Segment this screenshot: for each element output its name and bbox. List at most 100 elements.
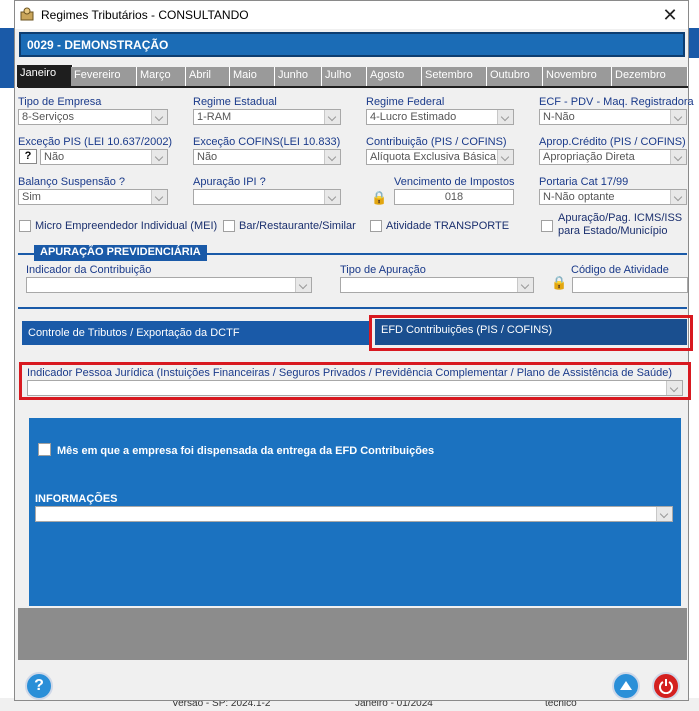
- icms-iss-label-1: Apuração/Pag. ICMS/ISS: [558, 212, 683, 224]
- chevron-down-icon: [656, 507, 672, 521]
- portaria-select[interactable]: N-Não optante: [539, 189, 687, 205]
- regime-federal-value: 4-Lucro Estimado: [370, 111, 457, 123]
- aprop-credito-value: Apropriação Direta: [543, 151, 635, 163]
- efd-panel: Mês em que a empresa foi dispensada da e…: [29, 418, 681, 606]
- vencimento-label: Vencimento de Impostos: [394, 176, 515, 188]
- chevron-down-icon: [151, 190, 167, 204]
- indicador-contribuicao-select[interactable]: [26, 277, 312, 293]
- dispensada-label: Mês em que a empresa foi dispensada da e…: [57, 445, 435, 457]
- tipo-apuracao-label: Tipo de Apuração: [340, 264, 426, 276]
- window-title: Regimes Tributários - CONSULTANDO: [41, 8, 249, 22]
- tabs-underline: [18, 86, 688, 88]
- excecao-pis-value: Não: [44, 151, 65, 163]
- tipo-empresa-value: 8-Serviços: [22, 111, 74, 123]
- tab-setembro[interactable]: Setembro: [422, 67, 487, 86]
- tab-maio[interactable]: Maio: [230, 67, 275, 86]
- ecf-select[interactable]: N-Não: [539, 109, 687, 125]
- regime-estadual-label: Regime Estadual: [193, 96, 277, 108]
- highlight-indicador-pj: [19, 362, 691, 400]
- help-pis-button[interactable]: ?: [19, 149, 37, 164]
- bar-label: Bar/Restaurante/Similar: [239, 220, 356, 232]
- tab-janeiro[interactable]: Janeiro: [17, 65, 73, 87]
- aprop-credito-label: Aprop.Crédito (PIS / COFINS): [539, 136, 686, 148]
- aprop-credito-select[interactable]: Apropriação Direta: [539, 149, 687, 165]
- tab-marco[interactable]: Março: [137, 67, 186, 86]
- apuracao-ipi-select[interactable]: [193, 189, 341, 205]
- highlight-efd-tab: [369, 315, 693, 351]
- transporte-label: Atividade TRANSPORTE: [386, 220, 510, 232]
- transporte-checkbox[interactable]: [370, 220, 382, 232]
- codigo-atividade-label: Código de Atividade: [571, 264, 669, 276]
- regimes-dialog: Regimes Tributários - CONSULTANDO ✕ 0029…: [14, 0, 694, 701]
- chevron-down-icon: [670, 150, 686, 164]
- contribuicao-select[interactable]: Alíquota Exclusiva Básica: [366, 149, 514, 165]
- tab-julho[interactable]: Julho: [322, 67, 367, 86]
- excecao-pis-select[interactable]: Não: [40, 149, 168, 165]
- codigo-atividade-input[interactable]: [572, 277, 688, 293]
- chevron-down-icon: [497, 110, 513, 124]
- tipo-apuracao-select[interactable]: [340, 277, 534, 293]
- vencimento-input[interactable]: 018: [394, 189, 514, 205]
- chevron-down-icon: [324, 150, 340, 164]
- mei-checkbox[interactable]: [19, 220, 31, 232]
- app-icon: [20, 7, 34, 21]
- chevron-down-icon: [295, 278, 311, 292]
- tab-junho[interactable]: Junho: [275, 67, 322, 86]
- chevron-down-icon: [670, 110, 686, 124]
- company-header: 0029 - DEMONSTRAÇÃO: [19, 32, 685, 57]
- mei-label: Micro Empreendedor Individual (MEI): [35, 220, 218, 232]
- background-left-strip: [0, 28, 14, 88]
- excecao-cofins-value: Não: [197, 151, 218, 163]
- tab-controle-tributos[interactable]: Controle de Tributos / Exportação da DCT…: [22, 321, 370, 345]
- tab-abril[interactable]: Abril: [186, 67, 230, 86]
- tab-agosto[interactable]: Agosto: [367, 67, 422, 86]
- tab-outubro[interactable]: Outubro: [487, 67, 543, 86]
- scroll-up-button[interactable]: [612, 672, 640, 700]
- chevron-down-icon: [151, 150, 167, 164]
- lock-icon[interactable]: 🔒: [371, 190, 387, 206]
- chevron-down-icon: [151, 110, 167, 124]
- contribuicao-label: Contribuição (PIS / COFINS): [366, 136, 507, 148]
- chevron-down-icon: [517, 278, 533, 292]
- power-icon: [659, 679, 673, 695]
- balanco-value: Sim: [22, 191, 41, 203]
- bar-checkbox[interactable]: [223, 220, 235, 232]
- chevron-down-icon: [324, 190, 340, 204]
- contribuicao-value: Alíquota Exclusiva Básica: [370, 151, 496, 163]
- ecf-value: N-Não: [543, 111, 575, 123]
- tab-novembro[interactable]: Novembro: [543, 67, 612, 86]
- tab-dezembro[interactable]: Dezembro: [612, 67, 688, 86]
- footer-gray-panel: [18, 608, 687, 660]
- excecao-pis-label: Exceção PIS (LEI 10.637/2002): [18, 136, 173, 148]
- indicador-contribuicao-label: Indicador da Contribuição: [26, 264, 152, 276]
- icms-iss-checkbox[interactable]: [541, 220, 553, 232]
- tab-fevereiro[interactable]: Fevereiro: [71, 67, 137, 86]
- title-bar: Regimes Tributários - CONSULTANDO ✕: [15, 1, 688, 29]
- ecf-label: ECF - PDV - Maq. Registradora: [539, 96, 694, 108]
- lock-icon[interactable]: 🔒: [551, 275, 567, 291]
- apuracao-ipi-label: Apuração IPI ?: [193, 176, 266, 188]
- regime-estadual-select[interactable]: 1-RAM: [193, 109, 341, 125]
- chevron-down-icon: [497, 150, 513, 164]
- regime-federal-select[interactable]: 4-Lucro Estimado: [366, 109, 514, 125]
- power-off-button[interactable]: [652, 672, 680, 700]
- icms-iss-label-2: para Estado/Município: [558, 225, 668, 237]
- arrow-up-icon: [620, 681, 632, 690]
- dispensada-checkbox[interactable]: [38, 443, 51, 456]
- excecao-cofins-label: Exceção COFINS(LEI 10.833): [193, 136, 341, 148]
- chevron-down-icon: [324, 110, 340, 124]
- background-right-strip: [688, 28, 699, 58]
- help-button[interactable]: ?: [25, 672, 53, 700]
- portaria-value: N-Não optante: [543, 191, 615, 203]
- tipo-empresa-select[interactable]: 8-Serviços: [18, 109, 168, 125]
- informacoes-select[interactable]: [35, 506, 673, 522]
- portaria-label: Portaria Cat 17/99: [539, 176, 629, 188]
- balanco-select[interactable]: Sim: [18, 189, 168, 205]
- previdenciaria-bottom-divider: [18, 307, 687, 309]
- balanco-label: Balanço Suspensão ?: [18, 176, 126, 188]
- close-window-button[interactable]: ✕: [655, 4, 685, 26]
- tipo-empresa-label: Tipo de Empresa: [18, 96, 102, 108]
- informacoes-label: INFORMAÇÕES: [35, 493, 118, 505]
- regime-federal-label: Regime Federal: [366, 96, 445, 108]
- excecao-cofins-select[interactable]: Não: [193, 149, 341, 165]
